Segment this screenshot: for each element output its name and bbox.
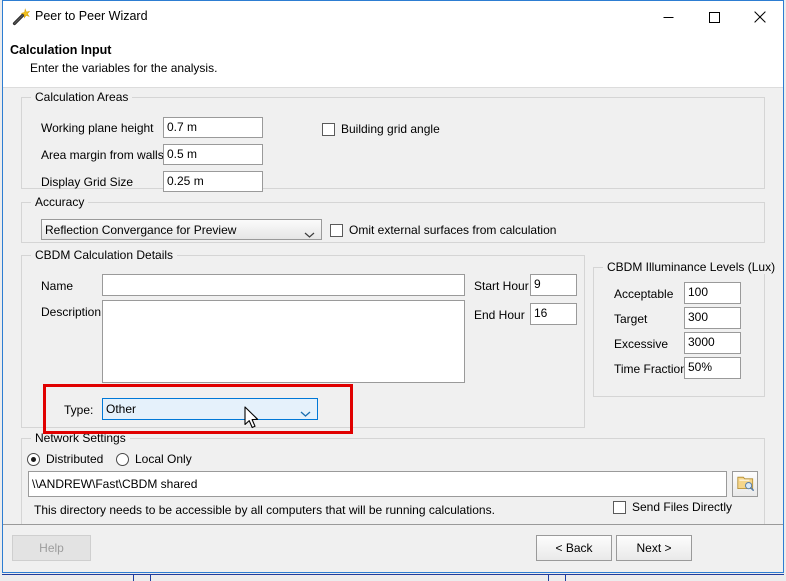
time-fraction-label: Time Fraction — [614, 362, 687, 376]
excessive-label: Excessive — [614, 337, 669, 351]
minimize-button[interactable] — [645, 1, 691, 33]
magic-wand-icon — [12, 8, 31, 26]
type-combobox[interactable]: Other — [102, 398, 318, 420]
back-button[interactable]: < Back — [536, 535, 612, 561]
send-files-directly-checkbox[interactable]: Send Files Directly — [613, 500, 732, 514]
window-title: Peer to Peer Wizard — [35, 9, 148, 23]
calculation-areas-legend: Calculation Areas — [31, 90, 133, 104]
maximize-button[interactable] — [691, 1, 737, 33]
excessive-input[interactable]: 3000 — [684, 332, 741, 354]
folder-browse-icon — [736, 475, 754, 494]
target-label: Target — [614, 312, 648, 326]
accuracy-combobox[interactable]: Reflection Convergance for Preview — [41, 219, 322, 240]
radio-local-only-label: Local Only — [135, 452, 192, 466]
name-input[interactable] — [102, 274, 465, 296]
acceptable-label: Acceptable — [614, 287, 674, 301]
description-label: Description — [41, 305, 102, 319]
taskbar-tick — [133, 574, 134, 581]
working-plane-height-input[interactable]: 0.7 m — [163, 117, 263, 138]
area-margin-label: Area margin from walls — [41, 148, 164, 162]
type-selected-value: Other — [106, 402, 137, 416]
accuracy-legend: Accuracy — [31, 195, 89, 209]
chevron-down-icon — [300, 406, 311, 417]
radio-distributed-label: Distributed — [46, 452, 104, 466]
working-plane-height-label: Working plane height — [41, 121, 154, 135]
close-button[interactable] — [737, 1, 783, 33]
radio-dot — [116, 452, 129, 466]
area-margin-input[interactable]: 0.5 m — [163, 144, 263, 165]
taskbar-tick — [565, 574, 566, 581]
folder-browse-button[interactable] — [732, 471, 758, 497]
wizard-window: Peer to Peer Wizard Calculation Input En… — [2, 0, 784, 573]
accuracy-selected-value: Reflection Convergance for Preview — [45, 223, 237, 237]
checkbox-box — [322, 122, 335, 136]
building-grid-angle-label: Building grid angle — [341, 122, 440, 136]
description-textarea[interactable] — [102, 300, 465, 383]
start-hour-input[interactable]: 9 — [530, 274, 577, 296]
end-hour-label: End Hour — [474, 308, 525, 322]
checkbox-box — [330, 223, 343, 237]
building-grid-angle-checkbox[interactable]: Building grid angle — [322, 122, 440, 136]
network-settings-legend: Network Settings — [31, 431, 130, 445]
next-button[interactable]: Next > — [616, 535, 692, 561]
network-path-input[interactable]: \\ANDREW\Fast\CBDM shared — [28, 471, 727, 497]
wizard-body: Calculation Areas Working plane height 0… — [3, 88, 783, 525]
help-button[interactable]: Help — [12, 535, 91, 561]
title-bar: Peer to Peer Wizard — [3, 1, 783, 34]
desktop-edge-line — [2, 574, 784, 575]
taskbar-tick — [548, 574, 549, 581]
wizard-footer: Help < Back Next > — [3, 524, 783, 572]
send-files-directly-label: Send Files Directly — [632, 500, 733, 514]
time-fraction-input[interactable]: 50% — [684, 357, 741, 379]
omit-external-surfaces-checkbox[interactable]: Omit external surfaces from calculation — [330, 223, 556, 237]
target-input[interactable]: 300 — [684, 307, 741, 329]
end-hour-input[interactable]: 16 — [530, 303, 577, 325]
checkbox-box — [613, 500, 626, 514]
network-hint: This directory needs to be accessible by… — [34, 503, 495, 517]
type-label: Type: — [64, 403, 94, 417]
radio-dot — [27, 452, 40, 466]
name-label: Name — [41, 279, 74, 293]
page-subtitle: Enter the variables for the analysis. — [30, 61, 218, 75]
omit-external-surfaces-label: Omit external surfaces from calculation — [349, 223, 557, 237]
chevron-down-icon — [304, 226, 315, 238]
acceptable-input[interactable]: 100 — [684, 282, 741, 304]
display-grid-size-label: Display Grid Size — [41, 175, 134, 189]
page-title: Calculation Input — [10, 43, 112, 57]
display-grid-size-input[interactable]: 0.25 m — [163, 171, 263, 192]
radio-distributed[interactable]: Distributed — [27, 452, 103, 466]
illuminance-legend: CBDM Illuminance Levels (Lux) — [603, 260, 780, 274]
taskbar-tick — [150, 574, 151, 581]
page-header: Calculation Input Enter the variables fo… — [3, 34, 783, 87]
radio-local-only[interactable]: Local Only — [116, 452, 192, 466]
cbdm-details-legend: CBDM Calculation Details — [31, 248, 178, 262]
start-hour-label: Start Hour — [474, 279, 529, 293]
